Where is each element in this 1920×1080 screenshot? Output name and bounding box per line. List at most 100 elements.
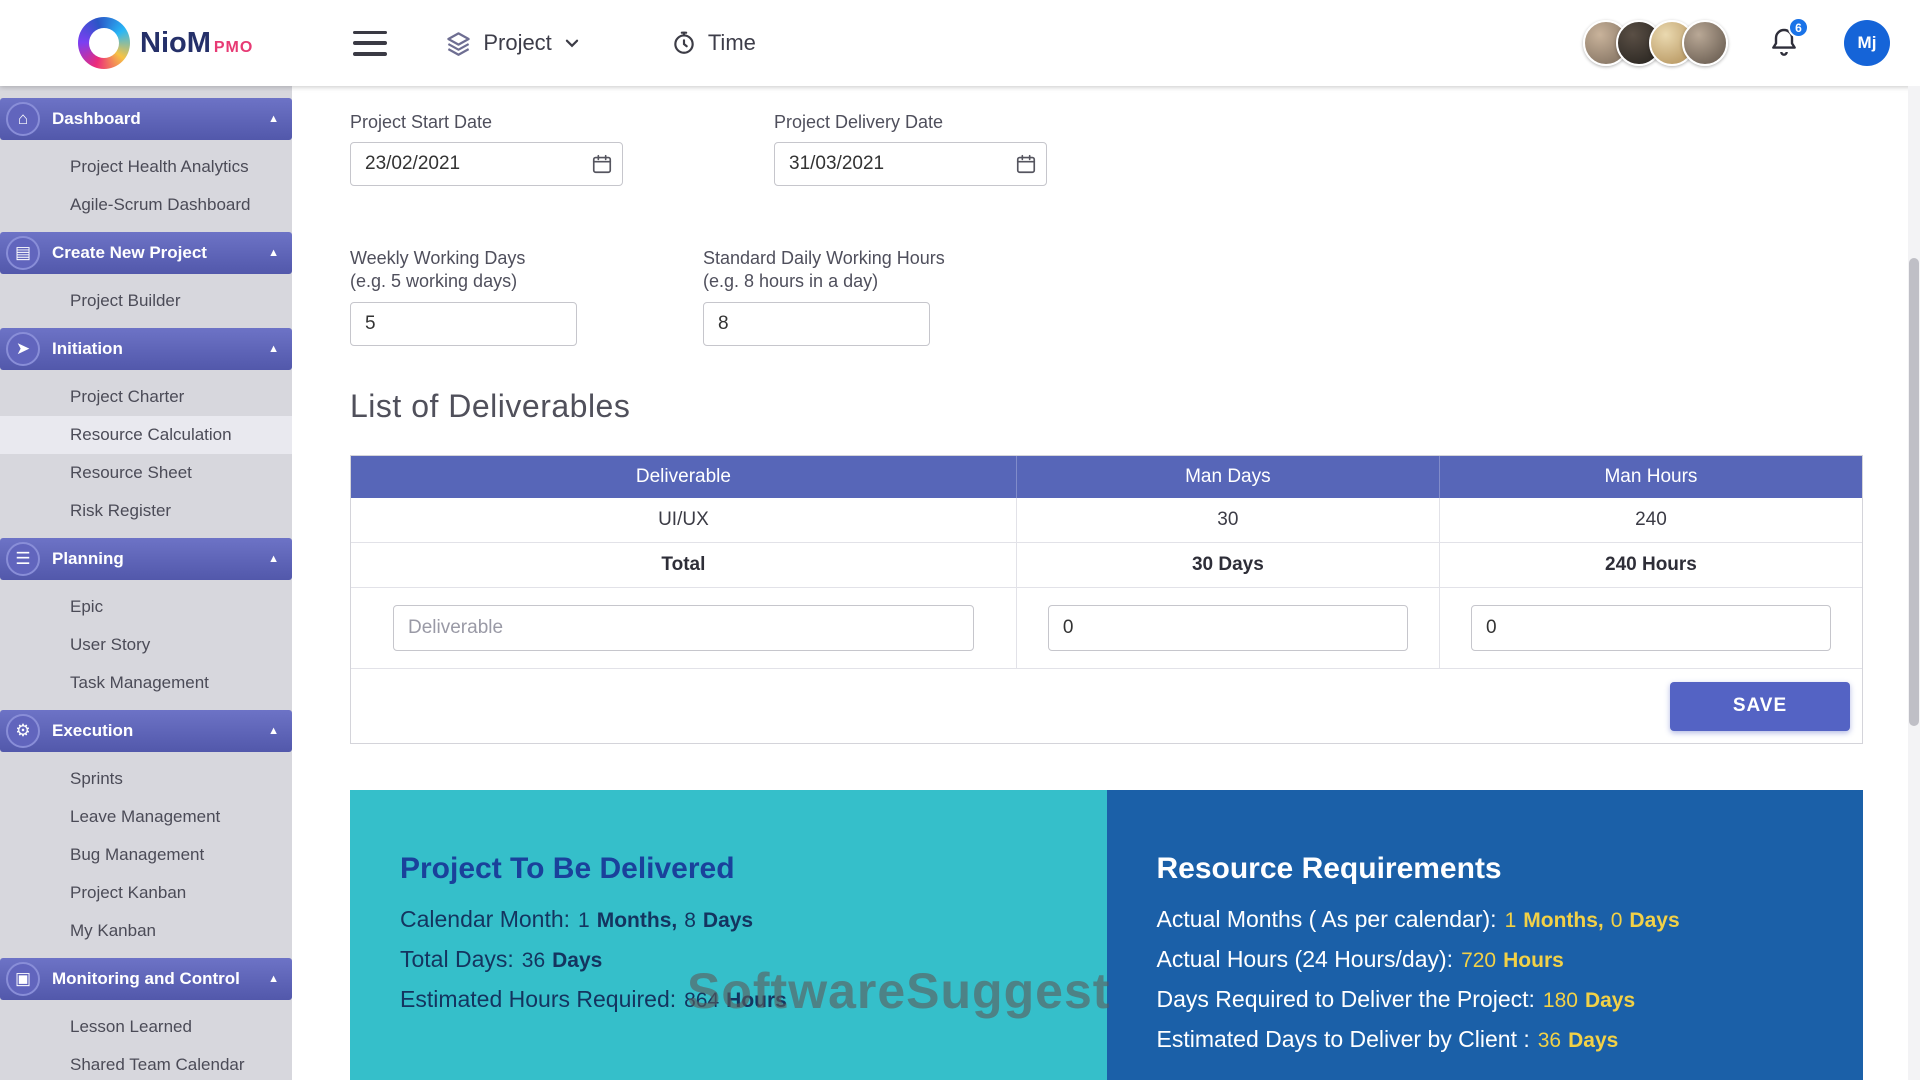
total-man-hours: 240 Hours	[1439, 543, 1862, 587]
app-logo[interactable]: NioMPMO	[78, 17, 253, 69]
sidebar-section-dashboard[interactable]: ⌂Dashboard▲	[0, 98, 292, 140]
profile-avatar[interactable]: Mj	[1844, 20, 1890, 66]
sidebar-section-initiation[interactable]: ➤Initiation▲	[0, 328, 292, 370]
sidebar-section-label: Create New Project	[52, 243, 207, 263]
user-avatar[interactable]	[1682, 20, 1728, 66]
nav-project[interactable]: Project	[445, 30, 580, 57]
save-button[interactable]: SAVE	[1670, 682, 1850, 731]
collapse-arrow-icon: ▲	[268, 973, 279, 985]
sidebar-item-sprints[interactable]: Sprints	[0, 760, 292, 798]
sidebar-section-create-new-project[interactable]: ▤Create New Project▲	[0, 232, 292, 274]
summary-value: 180	[1543, 989, 1578, 1012]
user-avatars	[1583, 20, 1728, 66]
nav-time[interactable]: Time	[671, 30, 756, 56]
sidebar-section-monitoring-and-control[interactable]: ▣ Monitoring and Control ▲	[0, 958, 292, 1000]
delivered-lines: Calendar Month:1Months,8DaysTotal Days:3…	[400, 906, 1057, 1013]
brand-suffix: PMO	[214, 39, 253, 56]
daily-working-hours-field: Standard Daily Working Hours (e.g. 8 hou…	[703, 248, 1056, 346]
summary-value: 8	[684, 909, 696, 932]
sidebar-item-project-charter[interactable]: Project Charter	[0, 378, 292, 416]
collapse-arrow-icon: ▲	[268, 247, 279, 259]
total-man-days: 30 Days	[1016, 543, 1439, 587]
table-row: UI/UX30240	[351, 498, 1862, 543]
project-start-date-input[interactable]	[350, 142, 623, 186]
sidebar-item-bug-management[interactable]: Bug Management	[0, 836, 292, 874]
sidebar-item-project-builder[interactable]: Project Builder	[0, 282, 292, 320]
notifications-button[interactable]: 6	[1768, 25, 1802, 61]
sidebar-item-shared-team-calendar[interactable]: Shared Team Calendar	[0, 1046, 292, 1080]
sidebar-item-project-kanban[interactable]: Project Kanban	[0, 874, 292, 912]
summary-label: Estimated Days to Deliver by Client :	[1157, 1026, 1530, 1052]
weekly-working-days-field: Weekly Working Days (e.g. 5 working days…	[350, 248, 703, 346]
new-man-days-input[interactable]	[1048, 605, 1408, 651]
sidebar-item-user-story[interactable]: User Story	[0, 626, 292, 664]
requirements-lines: Actual Months ( As per calendar):1Months…	[1157, 906, 1814, 1053]
sidebar-item-leave-management[interactable]: Leave Management	[0, 798, 292, 836]
sidebar-section-items: Lesson LearnedShared Team Calendar	[0, 1008, 292, 1080]
summary-value: 36	[522, 949, 545, 972]
summary-label: Calendar Month:	[400, 906, 570, 932]
summary-value: Months,	[597, 909, 677, 932]
sidebar-sections: ⌂Dashboard▲ Project Health AnalyticsAgile…	[0, 86, 292, 1080]
summary-line: Actual Months ( As per calendar):1Months…	[1157, 906, 1814, 933]
brand-name: NioM	[140, 27, 211, 59]
summary-panels: Project To Be Delivered Calendar Month: 1…	[350, 790, 1863, 1080]
sidebar-item-project-health-analytics[interactable]: Project Health Analytics	[0, 148, 292, 186]
new-man-hours-input[interactable]	[1471, 605, 1831, 651]
sidebar-item-resource-calculation[interactable]: Resource Calculation	[0, 416, 292, 454]
sidebar-section-execution[interactable]: ⚙Execution▲	[0, 710, 292, 752]
sidebar-item-lesson-learned[interactable]: Lesson Learned	[0, 1008, 292, 1046]
sidebar-item-agile-scrum-dashboard[interactable]: Agile-Scrum Dashboard	[0, 186, 292, 224]
summary-line: Estimated Hours Required:864Hours	[400, 986, 1057, 1013]
sidebar-item-resource-sheet[interactable]: Resource Sheet	[0, 454, 292, 492]
sidebar-item-epic[interactable]: Epic	[0, 588, 292, 626]
scrollbar[interactable]	[1908, 86, 1920, 1080]
sidebar-item-my-kanban[interactable]: My Kanban	[0, 912, 292, 950]
brand-text: NioMPMO	[140, 27, 253, 60]
new-deliverable-input[interactable]	[393, 605, 974, 651]
daily-working-hours-input[interactable]	[703, 302, 930, 346]
delivered-panel-title: Project To Be Delivered	[400, 852, 1057, 886]
column-header-man-hours: Man Hours	[1439, 456, 1862, 498]
summary-label: Total Days:	[400, 946, 514, 972]
requirements-panel-title: Resource Requirements	[1157, 852, 1814, 886]
summary-value: Hours	[1503, 949, 1564, 972]
new-man-days-cell	[1016, 588, 1439, 668]
sidebar-section-label: Dashboard	[52, 109, 141, 129]
scrollbar-thumb[interactable]	[1909, 258, 1919, 726]
sidebar-section-label: Monitoring and Control	[52, 969, 240, 989]
save-row: SAVE	[351, 669, 1862, 743]
summary-value: 36	[1538, 1029, 1561, 1052]
monitoring-icon: ▣	[6, 962, 40, 996]
table-total-row: Total 30 Days 240 Hours	[351, 543, 1862, 588]
column-header-deliverable: Deliverable	[351, 456, 1016, 498]
weekly-working-days-input[interactable]	[350, 302, 577, 346]
summary-value: Days	[703, 909, 753, 932]
project-delivery-date-label: Project Delivery Date	[774, 112, 1047, 133]
collapse-arrow-icon: ▲	[268, 725, 279, 737]
summary-value: Days	[1568, 1029, 1618, 1052]
sidebar-item-risk-register[interactable]: Risk Register	[0, 492, 292, 530]
project-start-date-label: Project Start Date	[350, 112, 623, 133]
notification-badge: 6	[1788, 17, 1809, 38]
table-cell: 30	[1016, 498, 1439, 542]
summary-value: Days	[1629, 909, 1679, 932]
summary-value: 0	[1611, 909, 1623, 932]
summary-line: Total Days:36Days	[400, 946, 1057, 973]
execution-icon: ⚙	[6, 714, 40, 748]
project-delivery-date-input[interactable]	[774, 142, 1047, 186]
table-cell: 240	[1439, 498, 1862, 542]
menu-toggle-button[interactable]	[353, 31, 387, 56]
sidebar-section-label: Initiation	[52, 339, 123, 359]
deliverables-heading: List of Deliverables	[350, 388, 1863, 425]
collapse-arrow-icon: ▲	[268, 343, 279, 355]
sidebar-item-task-management[interactable]: Task Management	[0, 664, 292, 702]
sidebar-section-items: Project Builder	[0, 282, 292, 320]
sidebar-section-items: EpicUser StoryTask Management	[0, 588, 292, 702]
sidebar-section-items: SprintsLeave ManagementBug ManagementPro…	[0, 760, 292, 950]
logo-icon	[78, 17, 130, 69]
summary-line: Actual Hours (24 Hours/day):720Hours	[1157, 946, 1814, 973]
sidebar-section-planning[interactable]: ☰Planning▲	[0, 538, 292, 580]
nav-time-label: Time	[708, 30, 756, 56]
table-header-row: Deliverable Man Days Man Hours	[351, 456, 1862, 498]
